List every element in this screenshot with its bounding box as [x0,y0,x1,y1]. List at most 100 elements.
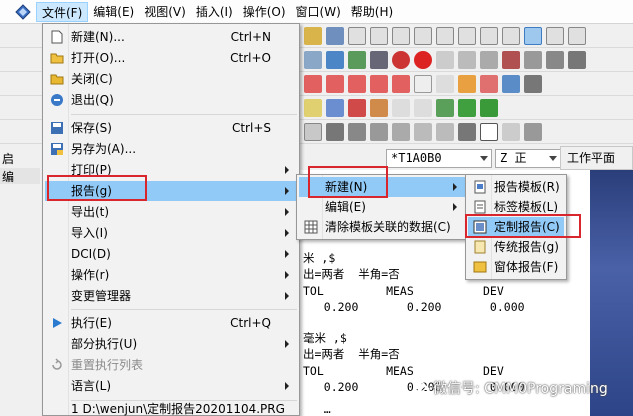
copy-icon[interactable] [348,122,366,141]
cube-icon[interactable] [392,26,410,45]
menu-item-report-edit[interactable]: 编辑(E) [299,197,465,217]
editor-line: 出=两者 半角=否 [303,267,400,281]
submenu-arrow-icon [285,208,289,216]
menu-item-report-template[interactable]: 报告模板(R) [468,177,564,197]
rotate-icon[interactable] [458,50,476,69]
menu-item-dci[interactable]: DCI(D) [45,244,297,264]
page-icon[interactable] [392,98,410,117]
tool-icon[interactable] [348,50,366,69]
menu-item-report-new[interactable]: 新建(N) [299,177,465,197]
move-icon[interactable] [436,50,454,69]
counter-icon[interactable] [414,74,432,93]
arc-icon[interactable] [304,74,322,93]
menu-item-language[interactable]: 语言(L) [45,376,297,396]
menu-item-shortcut: Ctrl+S [231,121,271,135]
menu-item-shortcut: Ctrl+N [230,30,271,44]
page-icon[interactable] [436,74,454,93]
menu-item-change-manager[interactable]: 变更管理器 [45,286,297,306]
cut-icon[interactable] [326,122,344,141]
menu-item-exit[interactable]: 退出(Q) [45,90,297,110]
menu-item-label-template[interactable]: 标签模板(L) [468,197,564,217]
menu-item-recent-file[interactable]: 1 D:\wenjun\定制报告20201104.PRG [45,401,297,416]
tool-icon[interactable] [326,26,344,45]
submenu-arrow-icon [285,229,289,237]
menu-insert[interactable]: 插入(I) [191,2,238,22]
cube-icon[interactable] [414,26,432,45]
tool-icon[interactable] [524,122,542,141]
pcdmis-app-icon[interactable] [14,3,32,21]
rect-icon[interactable] [480,122,498,141]
menu-window[interactable]: 窗口(W) [291,2,346,22]
menu-item-operation[interactable]: 操作(r) [45,265,297,285]
tool-icon[interactable] [370,50,388,69]
menu-item-legacy-report[interactable]: 传统报告(g) [468,237,564,257]
menu-item-export[interactable]: 导出(t) [45,202,297,222]
menu-item-save-as[interactable]: 另存为(A)... [45,139,297,159]
menu-operation[interactable]: 操作(O) [238,2,291,22]
tool-icon[interactable] [304,26,322,45]
parallel-icon[interactable] [392,74,410,93]
file-menu: 新建(N)... Ctrl+N 打开(O)... Ctrl+O 关闭(C) 退出… [42,23,300,416]
menu-item-new[interactable]: 新建(N)... Ctrl+N [45,27,297,47]
cube-icon[interactable] [546,26,564,45]
menu-item-save[interactable]: 保存(S) Ctrl+S [45,118,297,138]
tool-icon[interactable] [304,98,322,117]
submenu-arrow-icon [285,271,289,279]
menu-item-report[interactable]: 报告(g) [45,181,297,201]
save-icon[interactable] [502,74,520,93]
menu-help[interactable]: 帮助(H) [346,2,398,22]
play-icon[interactable] [480,98,498,117]
menu-item-custom-report[interactable]: 定制报告(C) [468,217,564,237]
cube-icon[interactable] [480,26,498,45]
undo-icon[interactable] [414,122,432,141]
tool-icon[interactable] [326,98,344,117]
circle-icon[interactable] [348,74,366,93]
tool-icon[interactable] [304,122,322,141]
menu-item-close[interactable]: 关闭(C) [45,69,297,89]
cube-icon[interactable] [524,26,542,45]
tool-icon[interactable] [568,50,586,69]
view-combo[interactable]: Z 正 [495,148,561,168]
record-icon[interactable] [414,50,432,69]
tool-icon[interactable] [326,50,344,69]
tool-icon[interactable] [524,74,542,93]
cube-icon[interactable] [348,26,366,45]
menu-item-print[interactable]: 打印(P) [45,160,297,180]
tool-icon[interactable] [436,98,454,117]
menu-item-execute[interactable]: 执行(E) Ctrl+Q [45,313,297,333]
chart-icon[interactable] [370,98,388,117]
tool-icon[interactable] [304,50,322,69]
cube-icon[interactable] [436,26,454,45]
menu-view[interactable]: 视图(V) [139,2,191,22]
menu-item-clear-template-data[interactable]: 清除模板关联的数据(C) [299,217,465,237]
redo-icon[interactable] [436,122,454,141]
menu-item-label: 变更管理器 [71,289,132,303]
menu-item-import[interactable]: 导入(I) [45,223,297,243]
menu-file[interactable]: 文件(F) [36,1,89,22]
tool-icon[interactable] [502,122,520,141]
cube-icon[interactable] [568,26,586,45]
tool-icon[interactable] [546,50,564,69]
menu-item-open[interactable]: 打开(O)... Ctrl+O [45,48,297,68]
check-icon[interactable] [458,98,476,117]
tool-icon[interactable] [392,122,410,141]
tool-icon[interactable] [480,50,498,69]
menu-item-form-report[interactable]: 窗体报告(F) [468,257,564,277]
menu-item-partial-execute[interactable]: 部分执行(U) [45,334,297,354]
cube-icon[interactable] [370,26,388,45]
tool-icon[interactable] [524,50,542,69]
cube-icon[interactable] [458,26,476,45]
cube-icon[interactable] [502,26,520,45]
paste-icon[interactable] [370,122,388,141]
print-icon[interactable] [458,122,476,141]
tool-icon[interactable] [458,74,476,93]
tool-icon[interactable] [480,74,498,93]
menu-edit[interactable]: 编辑(E) [88,2,139,22]
page-icon[interactable] [414,98,432,117]
probe-icon[interactable] [502,50,520,69]
units-combo[interactable]: *T1A0B0 [386,148,492,168]
line-icon[interactable] [326,74,344,93]
grid-icon[interactable] [348,98,366,117]
target-icon[interactable] [392,50,410,69]
angle-icon[interactable] [370,74,388,93]
